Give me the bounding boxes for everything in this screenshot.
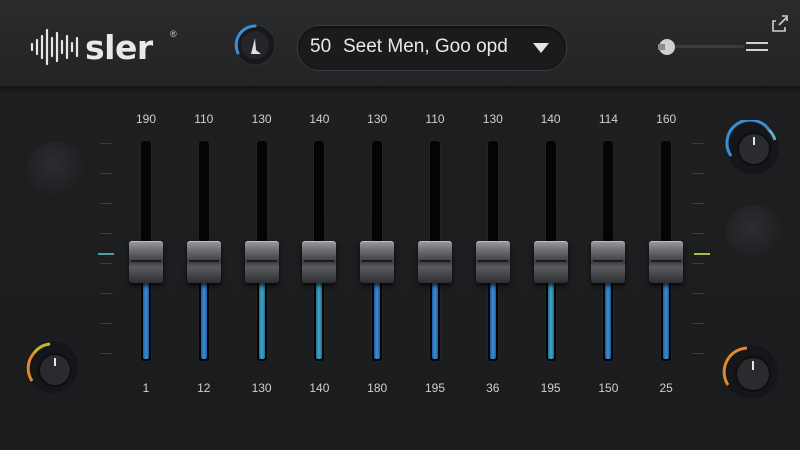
band-frequency-label: 1 [142,381,150,395]
preset-number: 50 [310,36,332,57]
band-frequency-label: 12 [197,381,211,395]
scale-tick [692,323,704,324]
scale-tick [692,263,704,264]
volume-icon[interactable] [656,36,680,58]
output-knob[interactable] [725,120,781,176]
band-top-value: 130 [482,112,503,126]
band-level-fill [489,274,496,359]
scale-tick [692,143,704,144]
band-slider-handle[interactable] [302,241,337,283]
scale-tick [692,353,704,354]
left-level-marker [98,253,114,255]
preset-selector[interactable]: 50 Seet Men, Goo opd [297,25,567,71]
band-top-value: 114 [598,112,618,126]
band-frequency-label: 140 [309,381,330,395]
band-frequency-label: 25 [659,381,673,395]
band-top-value: 110 [425,112,445,126]
band-top-value: 140 [309,112,330,126]
eq-band-4: 140 140 [294,87,344,450]
band-slider-handle[interactable] [418,241,452,283]
band-slider-handle[interactable] [360,241,395,283]
logo-registered-mark: ® [170,29,177,39]
scale-tick [100,233,112,234]
band-slider-handle[interactable] [649,241,684,283]
eq-band-7: 130 36 [468,87,518,450]
scale-tick [100,173,112,174]
logo-waveform-icon [30,28,79,66]
equalizer-panel: 190 1 110 12 130 130 140 140 130 180 110 195 130 36 14… [0,87,800,450]
band-slider-handle[interactable] [244,241,279,283]
eq-band-8: 140 195 [526,87,576,450]
input-gain-knob[interactable] [24,339,80,395]
band-level-fill [258,274,265,359]
eq-band-10: 160 25 [641,87,691,450]
scale-tick [100,323,112,324]
band-frequency-label: 36 [486,381,500,395]
scale-tick [100,143,112,144]
band-slider-handle[interactable] [475,241,510,283]
band-level-fill [316,274,323,359]
dropdown-caret-icon[interactable] [532,42,550,54]
scale-tick [692,233,704,234]
band-frequency-label: 150 [598,381,619,395]
band-slider-handle[interactable] [533,241,568,283]
eq-band-6: 110 195 [410,87,460,450]
band-frequency-label: 180 [367,381,388,395]
menu-icon[interactable] [746,40,768,54]
band-level-fill [605,274,612,359]
band-level-fill [200,274,207,359]
band-top-value: 140 [540,112,561,126]
mix-knob[interactable] [722,343,780,401]
volume-slider[interactable] [656,36,746,58]
scale-tick [692,293,704,294]
right-level-marker [694,253,710,255]
equalizer-window: sler ® 50 Seet Men, Goo opd 190 1 110 12… [0,0,800,450]
band-level-fill [663,274,670,359]
eq-band-5: 130 180 [352,87,402,450]
band-frequency-label: 195 [424,381,446,395]
band-top-value: 190 [135,112,157,126]
header-bar: sler ® 50 Seet Men, Goo opd [0,0,800,87]
logo-text: sler [85,28,153,67]
band-level-fill [143,274,149,359]
band-slider-handle[interactable] [186,241,221,283]
band-slider-handle[interactable] [591,241,626,283]
eq-band-2: 110 12 [179,87,229,450]
scale-tick [100,353,112,354]
band-level-fill [432,274,438,359]
right-mid-knob[interactable] [726,205,782,261]
eq-band-9: 114 150 [583,87,633,450]
band-frequency-label: 130 [251,381,272,395]
band-slider-handle[interactable] [129,241,163,283]
export-icon[interactable] [770,13,790,33]
band-top-value: 130 [367,112,388,126]
scale-tick [100,293,112,294]
band-top-value: 110 [194,112,214,126]
band-top-value: 160 [656,112,677,126]
scale-tick [100,263,112,264]
eq-band-1: 190 1 [121,87,171,450]
scale-tick [692,173,704,174]
band-frequency-label: 195 [540,381,561,395]
scale-tick [692,203,704,204]
band-level-fill [547,274,554,359]
mode-knob-icon[interactable] [233,23,277,67]
preset-name: Seet Men, Goo opd [343,36,508,57]
left-top-knob[interactable] [28,141,84,197]
band-level-fill [374,274,381,359]
scale-tick [100,203,112,204]
band-top-value: 130 [251,112,272,126]
eq-band-3: 130 130 [237,87,287,450]
